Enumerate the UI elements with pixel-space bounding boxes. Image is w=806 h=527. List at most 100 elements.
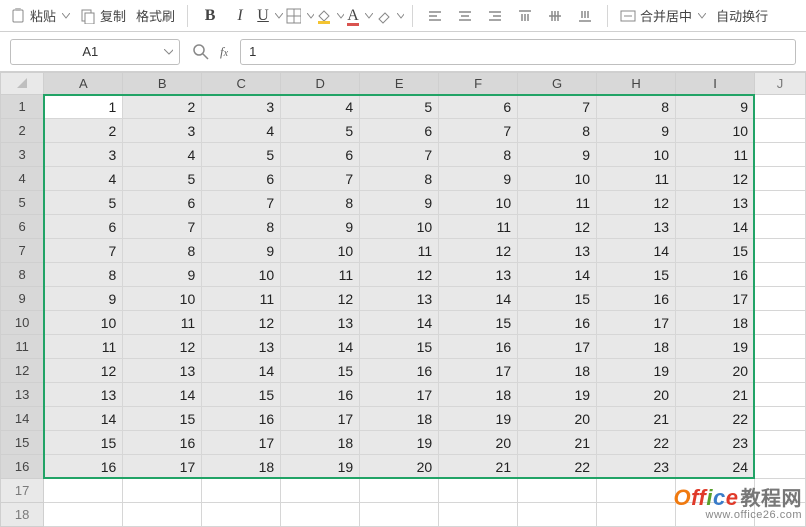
row-header[interactable]: 13 bbox=[1, 383, 44, 407]
cell[interactable]: 14 bbox=[44, 407, 123, 431]
cell[interactable] bbox=[755, 335, 806, 359]
cell[interactable]: 6 bbox=[281, 143, 360, 167]
cell[interactable]: 12 bbox=[123, 335, 202, 359]
cell[interactable]: 17 bbox=[439, 359, 518, 383]
cell[interactable]: 6 bbox=[123, 191, 202, 215]
cell[interactable]: 14 bbox=[123, 383, 202, 407]
cell[interactable]: 11 bbox=[123, 311, 202, 335]
cell[interactable]: 9 bbox=[360, 191, 439, 215]
zoom-icon[interactable] bbox=[192, 43, 210, 61]
cell[interactable] bbox=[676, 503, 755, 527]
eraser-button[interactable] bbox=[376, 3, 404, 29]
cell[interactable]: 7 bbox=[202, 191, 281, 215]
cell[interactable]: 19 bbox=[360, 431, 439, 455]
cell[interactable]: 18 bbox=[202, 455, 281, 479]
cell[interactable]: 7 bbox=[44, 239, 123, 263]
column-header[interactable]: F bbox=[439, 73, 518, 95]
formula-input-wrap[interactable] bbox=[240, 39, 796, 65]
cell[interactable]: 15 bbox=[44, 431, 123, 455]
cell[interactable] bbox=[281, 503, 360, 527]
cell[interactable]: 19 bbox=[439, 407, 518, 431]
cell[interactable]: 16 bbox=[439, 335, 518, 359]
cell[interactable]: 14 bbox=[281, 335, 360, 359]
cell[interactable]: 4 bbox=[281, 95, 360, 119]
cell[interactable] bbox=[755, 191, 806, 215]
row-header[interactable]: 12 bbox=[1, 359, 44, 383]
cell[interactable]: 9 bbox=[518, 143, 597, 167]
cell[interactable]: 8 bbox=[360, 167, 439, 191]
cell[interactable] bbox=[755, 287, 806, 311]
copy-button[interactable]: 复制 bbox=[76, 3, 130, 29]
cell[interactable] bbox=[755, 479, 806, 503]
align-left-button[interactable] bbox=[421, 3, 449, 29]
column-header[interactable]: C bbox=[202, 73, 281, 95]
cell[interactable]: 18 bbox=[597, 335, 676, 359]
cell[interactable]: 11 bbox=[360, 239, 439, 263]
cell[interactable]: 15 bbox=[518, 287, 597, 311]
cell[interactable]: 10 bbox=[439, 191, 518, 215]
cell[interactable] bbox=[755, 263, 806, 287]
cell[interactable]: 12 bbox=[281, 287, 360, 311]
cell[interactable] bbox=[360, 503, 439, 527]
cell[interactable]: 23 bbox=[676, 431, 755, 455]
cell[interactable]: 11 bbox=[281, 263, 360, 287]
cell[interactable]: 20 bbox=[439, 431, 518, 455]
cell[interactable]: 15 bbox=[202, 383, 281, 407]
cell[interactable]: 4 bbox=[44, 167, 123, 191]
cell[interactable]: 7 bbox=[281, 167, 360, 191]
cell[interactable]: 3 bbox=[123, 119, 202, 143]
cell[interactable] bbox=[518, 503, 597, 527]
cell[interactable]: 8 bbox=[202, 215, 281, 239]
cell[interactable]: 11 bbox=[597, 167, 676, 191]
cell[interactable]: 17 bbox=[123, 455, 202, 479]
cell[interactable] bbox=[202, 479, 281, 503]
cell[interactable]: 12 bbox=[202, 311, 281, 335]
cell[interactable]: 12 bbox=[44, 359, 123, 383]
cell[interactable] bbox=[755, 383, 806, 407]
cell[interactable] bbox=[597, 503, 676, 527]
cell[interactable]: 11 bbox=[202, 287, 281, 311]
cell[interactable] bbox=[755, 455, 806, 479]
cell[interactable]: 20 bbox=[676, 359, 755, 383]
cell[interactable]: 16 bbox=[44, 455, 123, 479]
cell[interactable]: 24 bbox=[676, 455, 755, 479]
cell[interactable]: 5 bbox=[123, 167, 202, 191]
cell[interactable]: 15 bbox=[676, 239, 755, 263]
cell[interactable]: 19 bbox=[518, 383, 597, 407]
cell[interactable]: 17 bbox=[202, 431, 281, 455]
row-header[interactable]: 15 bbox=[1, 431, 44, 455]
row-header[interactable]: 1 bbox=[1, 95, 44, 119]
cell[interactable]: 13 bbox=[597, 215, 676, 239]
cell[interactable]: 12 bbox=[676, 167, 755, 191]
bold-button[interactable]: B bbox=[196, 3, 224, 29]
fill-color-button[interactable] bbox=[316, 3, 344, 29]
cell[interactable]: 21 bbox=[518, 431, 597, 455]
row-header[interactable]: 4 bbox=[1, 167, 44, 191]
cell[interactable]: 22 bbox=[518, 455, 597, 479]
cell[interactable] bbox=[123, 503, 202, 527]
cell[interactable]: 6 bbox=[360, 119, 439, 143]
format-painter-button[interactable]: 格式刷 bbox=[132, 3, 179, 29]
cell[interactable]: 16 bbox=[676, 263, 755, 287]
row-header[interactable]: 9 bbox=[1, 287, 44, 311]
cell[interactable]: 8 bbox=[281, 191, 360, 215]
cell[interactable]: 8 bbox=[597, 95, 676, 119]
align-right-button[interactable] bbox=[481, 3, 509, 29]
row-header[interactable]: 16 bbox=[1, 455, 44, 479]
cell[interactable]: 13 bbox=[281, 311, 360, 335]
align-center-button[interactable] bbox=[451, 3, 479, 29]
cell[interactable]: 6 bbox=[202, 167, 281, 191]
cell[interactable]: 12 bbox=[518, 215, 597, 239]
cell[interactable]: 18 bbox=[360, 407, 439, 431]
row-header[interactable]: 10 bbox=[1, 311, 44, 335]
cell[interactable]: 2 bbox=[44, 119, 123, 143]
cell[interactable]: 5 bbox=[202, 143, 281, 167]
cell[interactable]: 9 bbox=[676, 95, 755, 119]
cell[interactable]: 5 bbox=[281, 119, 360, 143]
cell[interactable]: 8 bbox=[439, 143, 518, 167]
row-header[interactable]: 2 bbox=[1, 119, 44, 143]
cell[interactable]: 21 bbox=[676, 383, 755, 407]
cell[interactable] bbox=[755, 119, 806, 143]
cell[interactable]: 9 bbox=[44, 287, 123, 311]
cell[interactable]: 17 bbox=[281, 407, 360, 431]
